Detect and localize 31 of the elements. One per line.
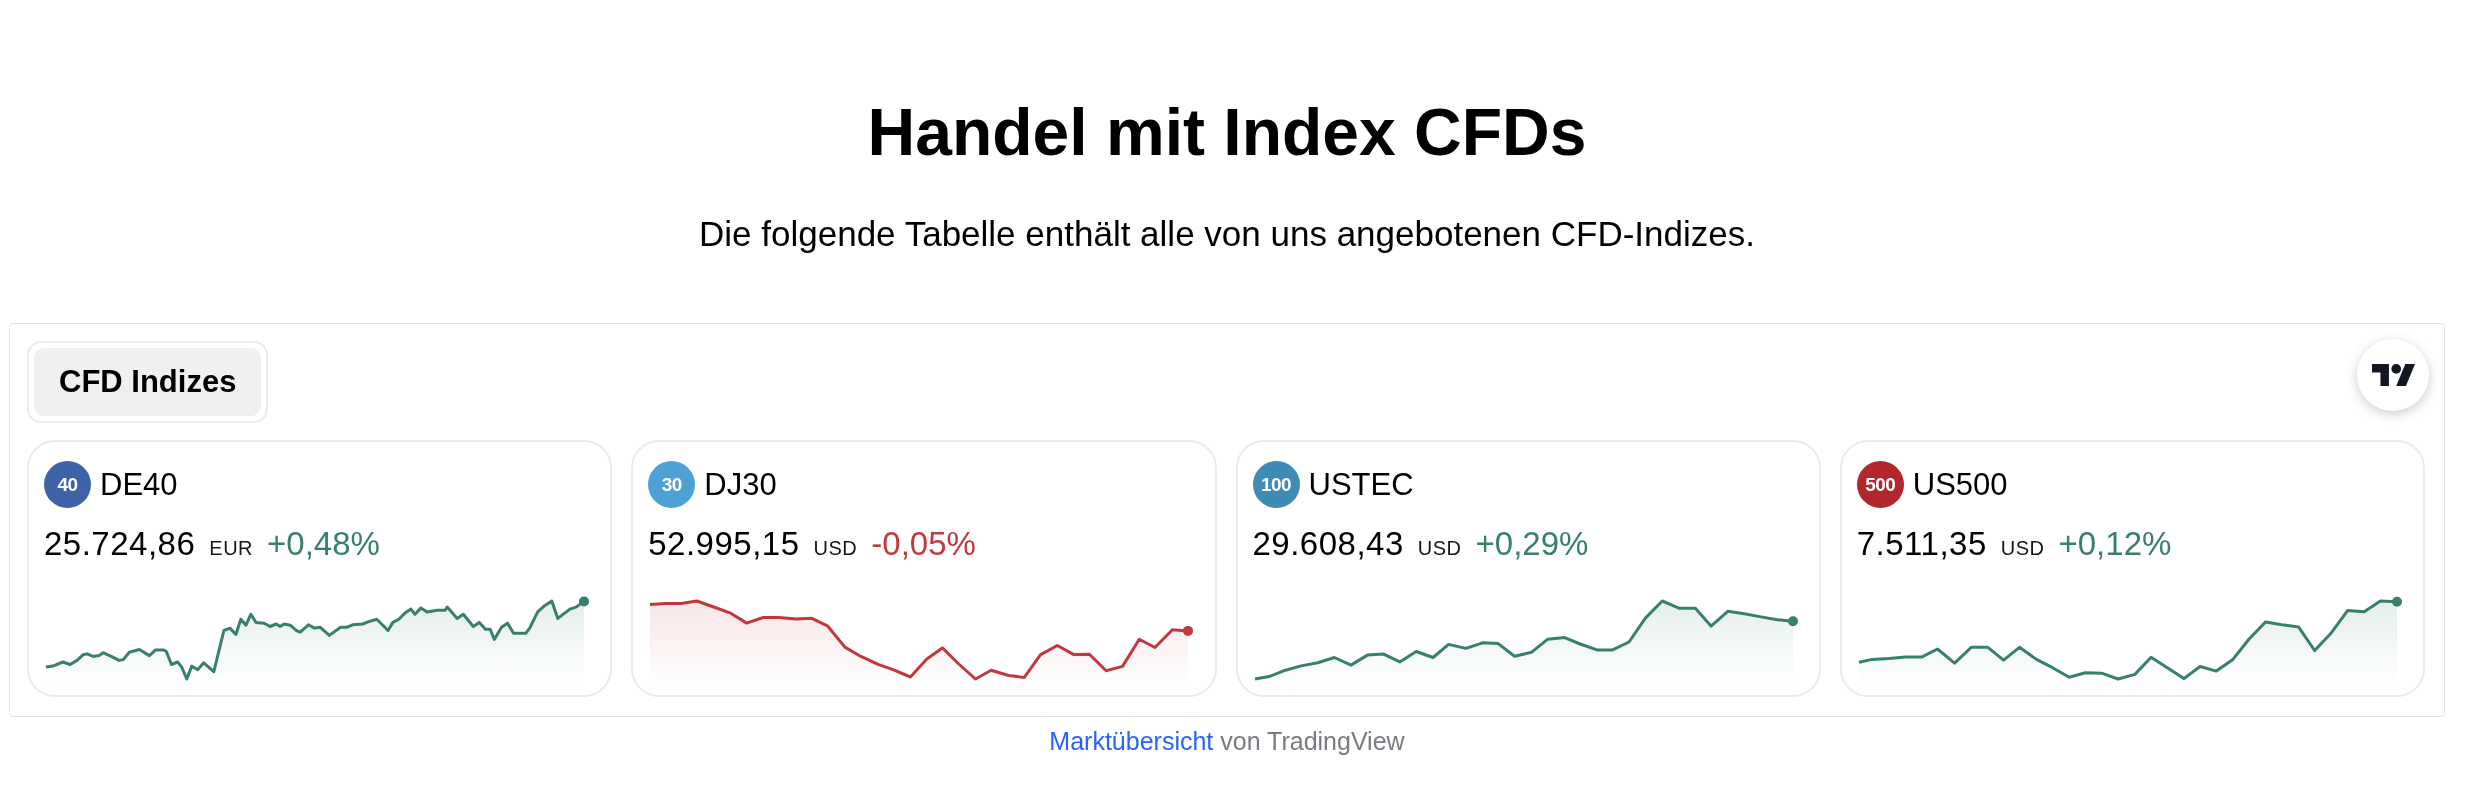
page-title: Handel mit Index CFDs <box>867 94 1587 171</box>
symbol-name: USTEC <box>1308 466 1414 504</box>
tab[interactable]: CFD Indizes <box>34 348 262 417</box>
attribution-text: Marktübersicht von TradingView <box>1049 726 1405 757</box>
price-value: 25.724,86 <box>44 524 196 564</box>
symbol-name: US500 <box>1912 466 2008 504</box>
quote-card[interactable]: 500 US500 7.511,35 USD +0,12% <box>1839 440 2425 698</box>
currency-label: USD <box>2000 536 2045 561</box>
price-value: 7.511,35 <box>1856 524 1987 564</box>
symbol-name: DJ30 <box>704 466 777 504</box>
page-subtitle: Die folgende Tabelle enthält alle von uns angebotenen CFD-Indizes. <box>699 213 1755 256</box>
logo-icon <box>2371 364 2415 387</box>
quote-card[interactable]: 100 USTEC 29.608,43 USD +0,29% <box>1235 440 1821 698</box>
change-value: +0,48% <box>267 524 380 564</box>
symbol-badge: 40 <box>44 461 91 509</box>
symbol-badge: 500 <box>1856 461 1904 509</box>
overview-link[interactable]: Marktübersicht <box>1049 727 1214 756</box>
change-value: -0,05% <box>871 524 976 564</box>
price-value: 29.608,43 <box>1252 524 1404 564</box>
quote-card[interactable]: 30 DJ30 52.995,15 USD -0,05% <box>631 440 1217 698</box>
currency-label: EUR <box>209 536 254 561</box>
symbol-badge: 30 <box>648 461 696 509</box>
change-value: +0,12% <box>2058 524 2172 564</box>
currency-label: USD <box>1417 536 1462 561</box>
price-value: 52.995,15 <box>648 524 800 564</box>
symbol-badge: 100 <box>1252 461 1300 509</box>
change-value: +0,29% <box>1475 524 1589 564</box>
logo-button[interactable] <box>2357 339 2429 412</box>
quote-card[interactable]: 40 DE40 25.724,86 EUR +0,48% <box>27 440 613 698</box>
symbol-name: DE40 <box>100 466 178 504</box>
currency-label: USD <box>813 536 858 561</box>
